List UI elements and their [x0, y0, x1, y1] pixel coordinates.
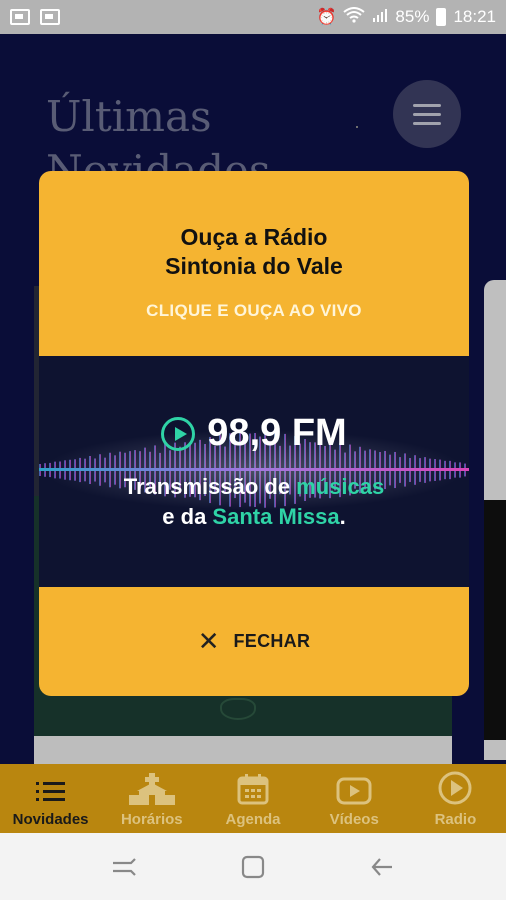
video-icon: [336, 777, 372, 805]
tagline-part1: Transmissão de: [123, 474, 297, 499]
tab-label: Novidades: [12, 811, 89, 828]
status-left: [10, 9, 60, 25]
play-circle-icon[interactable]: [161, 416, 196, 451]
battery-percent: 85%: [395, 7, 430, 26]
tagline-part2: e da: [162, 504, 213, 529]
tab-label: Vídeos: [329, 811, 379, 828]
status-bar: ⏰ 85% 18:21: [0, 0, 506, 34]
radio-modal: Ouça a Rádio Sintonia do Vale CLIQUE E O…: [39, 171, 469, 696]
frequency: 98,9 FM: [207, 412, 347, 454]
tab-agenda[interactable]: Agenda: [202, 764, 303, 833]
radio-banner[interactable]: 98,9 FM Transmissão de músicas e da Sant…: [39, 356, 469, 587]
tab-label: Horários: [120, 811, 183, 828]
tagline: Transmissão de músicas e da Santa Missa.: [39, 472, 469, 532]
close-label: FECHAR: [233, 631, 311, 651]
back-icon[interactable]: [362, 847, 402, 887]
list-icon: [35, 782, 65, 801]
tab-label: Agenda: [225, 811, 281, 828]
calendar-icon: [237, 774, 269, 805]
voicemail-icon: [10, 9, 30, 25]
frequency-row: 98,9 FM: [39, 412, 469, 455]
status-right: ⏰ 85% 18:21: [316, 6, 496, 28]
tab-horarios[interactable]: Horários: [101, 764, 202, 833]
tab-videos[interactable]: Vídeos: [304, 764, 405, 833]
listen-live-link[interactable]: CLIQUE E OUÇA AO VIVO: [39, 301, 469, 321]
tagline-highlight-musicas: músicas: [296, 474, 385, 499]
tab-label: Radio: [434, 811, 477, 828]
wifi-icon: [343, 6, 366, 28]
modal-title: Ouça a Rádio Sintonia do Vale: [165, 224, 343, 279]
tab-radio[interactable]: Radio: [405, 764, 506, 833]
clock: 18:21: [453, 7, 496, 26]
image-icon: [40, 9, 60, 25]
bottom-tab-bar: Novidades Horários Agenda Vídeos Radio: [0, 764, 506, 833]
system-nav-bar: [0, 833, 506, 900]
signal-icon: [372, 7, 388, 28]
recent-apps-icon[interactable]: [104, 847, 144, 887]
modal-header: Ouça a Rádio Sintonia do Vale CLIQUE E O…: [39, 171, 469, 356]
tab-novidades[interactable]: Novidades: [0, 764, 101, 833]
battery-icon: [436, 8, 447, 26]
church-icon: [128, 773, 175, 805]
alarm-icon: ⏰: [316, 9, 337, 26]
tagline-end: .: [339, 504, 346, 529]
close-button[interactable]: ✕ FECHAR: [39, 587, 469, 696]
tagline-highlight-missa: Santa Missa: [212, 504, 340, 529]
home-icon[interactable]: [233, 847, 273, 887]
play-circle-icon: [438, 771, 472, 805]
close-icon: ✕: [197, 626, 220, 657]
